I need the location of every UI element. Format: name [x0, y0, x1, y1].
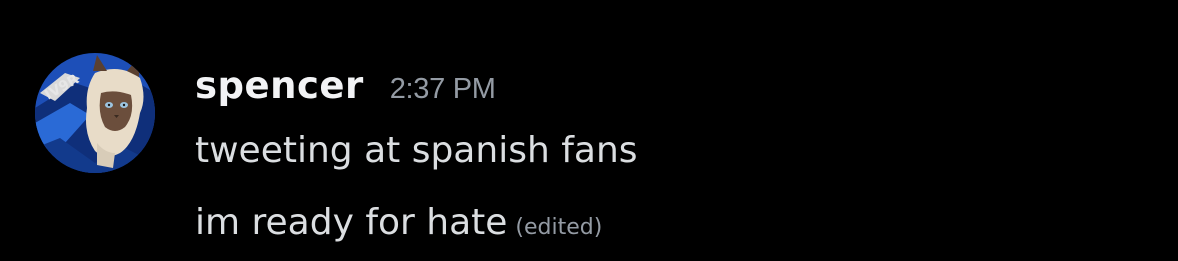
- edited-label: (edited): [515, 215, 603, 240]
- message-text: tweeting at spanish fans: [195, 130, 638, 171]
- avatar[interactable]: IV9R: [35, 53, 155, 173]
- cat-avatar-icon: IV9R: [35, 53, 155, 173]
- message-line: tweeting at spanish fans: [195, 130, 638, 171]
- chat-message: IV9R spencer 2:37 PM tweeting at spanish…: [0, 0, 1178, 261]
- timestamp[interactable]: 2:37 PM: [390, 73, 496, 106]
- message-line: im ready for hate (edited): [195, 202, 602, 243]
- username[interactable]: spencer: [195, 64, 364, 107]
- message-text: im ready for hate: [195, 202, 508, 243]
- message-header: spencer 2:37 PM: [195, 64, 496, 114]
